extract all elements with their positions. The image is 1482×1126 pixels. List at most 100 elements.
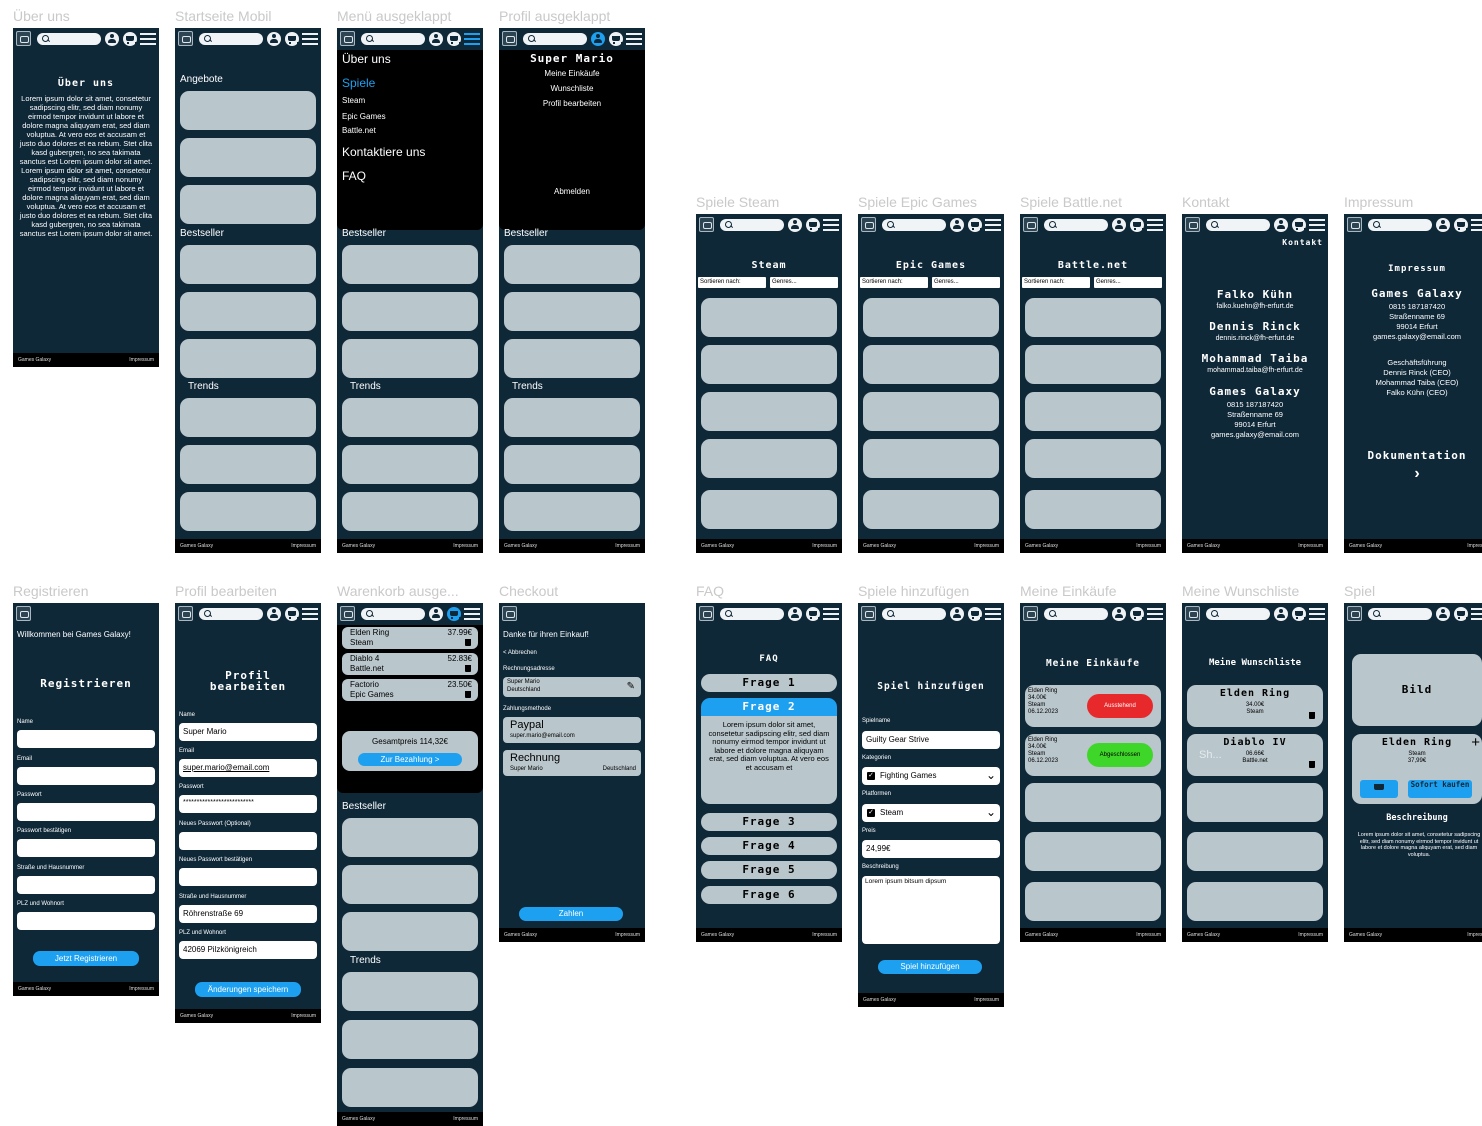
- profile-item-wunschliste[interactable]: Wunschliste: [499, 84, 645, 93]
- cart-icon[interactable]: [1292, 218, 1306, 232]
- footer-impressum-link[interactable]: Impressum: [129, 357, 154, 363]
- cart-icon[interactable]: [447, 32, 461, 46]
- street-field[interactable]: Röhrenstraße 69: [179, 905, 317, 923]
- footer-brand[interactable]: Games Galaxy: [18, 986, 51, 992]
- cart-item[interactable]: Diablo 4 Battle.net 52.83€: [342, 653, 478, 675]
- logo-icon[interactable]: [502, 606, 517, 621]
- footer-impressum-link[interactable]: Impressum: [1136, 543, 1161, 549]
- name-field[interactable]: Super Mario: [179, 723, 317, 741]
- offer-card[interactable]: [180, 185, 316, 224]
- footer-impressum-link[interactable]: Impressum: [615, 932, 640, 938]
- logo-icon[interactable]: [340, 31, 355, 46]
- sort-select[interactable]: Sortieren nach:: [698, 277, 766, 288]
- user-icon[interactable]: [267, 32, 281, 46]
- search-input[interactable]: [1368, 608, 1432, 620]
- footer-brand[interactable]: Games Galaxy: [863, 997, 896, 1003]
- wishlist-card[interactable]: [1187, 882, 1323, 921]
- trash-icon[interactable]: [1309, 712, 1315, 719]
- logo-icon[interactable]: [1347, 606, 1362, 621]
- search-input[interactable]: [361, 608, 425, 620]
- billing-address[interactable]: Super Mario Deutschland ✎: [503, 677, 641, 697]
- search-input[interactable]: [882, 219, 946, 231]
- game-card[interactable]: [1025, 345, 1161, 384]
- wishlist-card[interactable]: [1187, 783, 1323, 822]
- user-icon[interactable]: [950, 218, 964, 232]
- cart-icon[interactable]: [1130, 218, 1144, 232]
- user-icon[interactable]: [429, 32, 443, 46]
- footer-impressum-link[interactable]: Impressum: [291, 543, 316, 549]
- wishlist-card[interactable]: Elden Ring 34.00€ Steam: [1187, 685, 1323, 727]
- pencil-icon[interactable]: ✎: [627, 681, 635, 692]
- register-button[interactable]: Jetzt Registrieren: [33, 951, 139, 966]
- password-field[interactable]: **************************: [179, 795, 317, 813]
- game-card[interactable]: [1025, 392, 1161, 431]
- footer-impressum-link[interactable]: Impressum: [812, 543, 837, 549]
- bestseller-card[interactable]: [342, 818, 478, 857]
- footer-brand[interactable]: Games Galaxy: [180, 1013, 213, 1019]
- user-icon[interactable]: [591, 32, 605, 46]
- menu-icon[interactable]: [140, 33, 156, 45]
- footer-brand[interactable]: Games Galaxy: [342, 543, 375, 549]
- menu-icon[interactable]: [1471, 219, 1482, 231]
- password-confirm-field[interactable]: [17, 839, 155, 857]
- cart-icon[interactable]: [285, 32, 299, 46]
- menu-icon[interactable]: [1147, 219, 1163, 231]
- logo-icon[interactable]: [340, 606, 355, 621]
- user-icon[interactable]: [1436, 218, 1450, 232]
- game-card[interactable]: [863, 439, 999, 478]
- game-card[interactable]: [863, 345, 999, 384]
- documentation-link[interactable]: Dokumentation: [1344, 449, 1482, 462]
- purchase-card[interactable]: [1025, 882, 1161, 921]
- logout-button[interactable]: Abmelden: [499, 187, 645, 196]
- email-field[interactable]: [17, 767, 155, 785]
- genre-select[interactable]: Genres...: [1094, 277, 1162, 288]
- menu-item-steam[interactable]: Steam: [342, 96, 365, 105]
- menu-icon[interactable]: [1147, 608, 1163, 620]
- offer-card[interactable]: [180, 138, 316, 177]
- footer-brand[interactable]: Games Galaxy: [1349, 932, 1382, 938]
- footer-impressum-link[interactable]: Impressum: [1467, 543, 1482, 549]
- trend-card[interactable]: [342, 445, 478, 484]
- checkbox-checked-icon[interactable]: ✓: [867, 772, 875, 780]
- user-icon[interactable]: [1274, 218, 1288, 232]
- cart-icon[interactable]: [1292, 607, 1306, 621]
- contact-mail[interactable]: falko.kuehn@fh-erfurt.de: [1182, 303, 1328, 310]
- logo-icon[interactable]: [1023, 606, 1038, 621]
- chevron-down-icon[interactable]: ⌄: [986, 768, 996, 782]
- logo-icon[interactable]: [502, 31, 517, 46]
- password-field[interactable]: [17, 803, 155, 821]
- game-card[interactable]: [701, 439, 837, 478]
- faq-question[interactable]: Frage 3: [701, 813, 837, 831]
- footer-brand[interactable]: Games Galaxy: [863, 543, 896, 549]
- purchase-card[interactable]: [1025, 832, 1161, 871]
- game-card[interactable]: [701, 298, 837, 337]
- search-input[interactable]: [523, 33, 587, 45]
- footer-impressum-link[interactable]: Impressum: [129, 986, 154, 992]
- game-card[interactable]: [1025, 439, 1161, 478]
- cart-item[interactable]: Elden Ring Steam 37.99€: [342, 627, 478, 649]
- menu-icon[interactable]: [823, 608, 839, 620]
- logo-icon[interactable]: [1347, 217, 1362, 232]
- purchase-card[interactable]: Elden Ring 34.00€ Steam 06.12.2023 Ausst…: [1025, 685, 1161, 727]
- cart-icon[interactable]: [1454, 218, 1468, 232]
- cart-icon[interactable]: [123, 32, 137, 46]
- price-field[interactable]: 24,99€: [862, 840, 1000, 858]
- game-card[interactable]: [1025, 298, 1161, 337]
- game-card[interactable]: [863, 490, 999, 529]
- cart-icon[interactable]: [806, 607, 820, 621]
- pay-button[interactable]: Zahlen: [519, 907, 623, 921]
- user-icon[interactable]: [267, 607, 281, 621]
- email-field[interactable]: super.mario@email.com: [179, 759, 317, 777]
- search-input[interactable]: [720, 219, 784, 231]
- add-wishlist-plus-icon[interactable]: +: [1471, 734, 1480, 751]
- cart-icon[interactable]: [968, 218, 982, 232]
- description-field[interactable]: Lorem ipsum bitsum dipsum: [862, 876, 1000, 944]
- user-icon[interactable]: [1112, 218, 1126, 232]
- menu-icon[interactable]: [464, 608, 480, 620]
- bestseller-card[interactable]: [180, 245, 316, 284]
- faq-question[interactable]: Frage 6: [701, 886, 837, 904]
- game-card[interactable]: [701, 392, 837, 431]
- trend-card[interactable]: [504, 398, 640, 437]
- menu-icon[interactable]: [823, 219, 839, 231]
- logo-icon[interactable]: [178, 606, 193, 621]
